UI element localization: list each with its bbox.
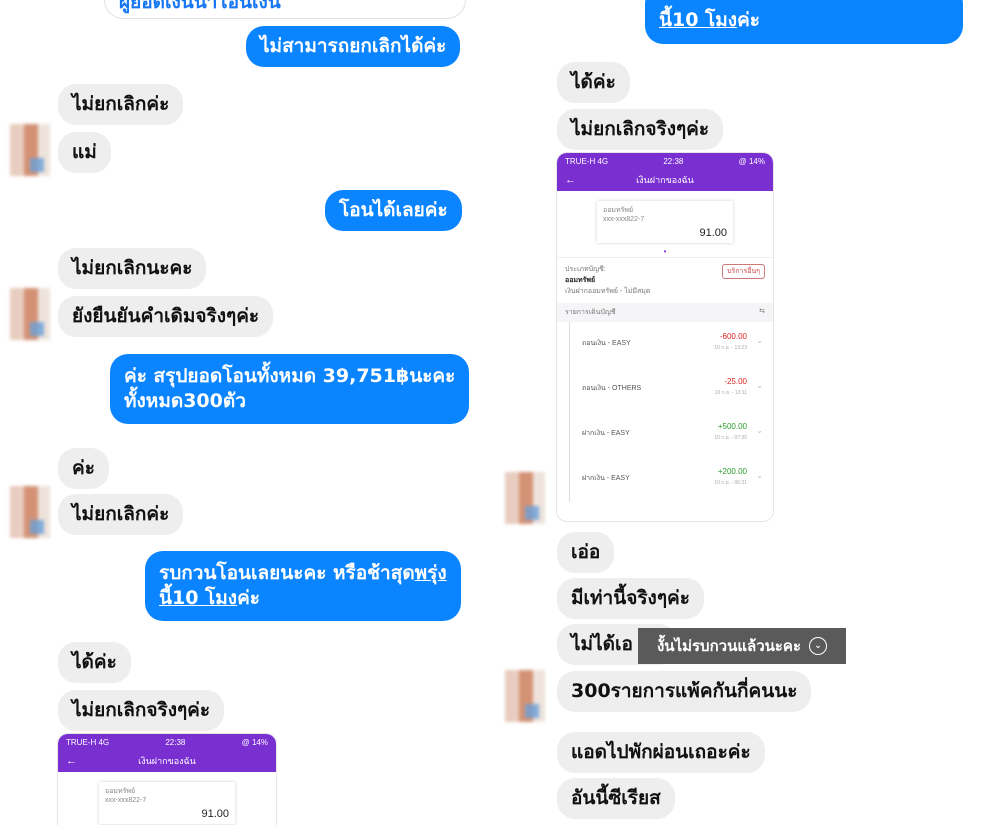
message-bubble-in: ค่ะ <box>58 448 109 489</box>
phone-status-bar: TRUE-H 4G 22:38 @ 14% <box>58 734 276 750</box>
message-bubble-in: 300รายการแพ้คกันกี่คนนะ <box>557 671 812 712</box>
message-bubble-in: ไม่ยกเลิกนะคะ <box>58 248 207 289</box>
transaction-date: 10 ก.ย. - 06:31 <box>714 480 747 486</box>
message-bubble-out: รบกวนโอนเลยนะคะ หรือช้าสุดพรุ่ง นี้10 โม… <box>145 551 461 621</box>
transaction-amount: -600.00 <box>719 332 747 341</box>
message-bubble-out: ค่ะ สรุปยอดโอนทั้งหมด 39,751฿นะคะ ทั้งหม… <box>110 354 470 424</box>
bank-screenshot-image[interactable]: TRUE-H 4G 22:38 @ 14% ← เงินฝากของฉัน ออมท… <box>58 734 276 825</box>
message-line: ทั้งหมด300ตัว <box>124 390 246 412</box>
message-bubble-in: แอดไปพักผ่อนเถอะค่ะ <box>557 732 765 773</box>
left-chat-panel: ผู้ยอดเงินน้ำโอนเงิน ไม่สามารถยกเลิกได้ค… <box>0 0 495 825</box>
avatar <box>10 124 50 176</box>
right-chat-panel: นี้10 โมงค่ะ ได้ค่ะ ไม่ยกเลิกจริงๆค่ะ TR… <box>495 0 1003 825</box>
message-bubble-in: ไม่ยกเลิกจริงๆค่ะ <box>58 690 225 731</box>
message-bubble-in: ไม่ยกเลิกค่ะ <box>58 84 184 125</box>
message-bubble-in: ได้ค่ะ <box>58 642 131 683</box>
transaction-name: ฝากเงิน - EASY <box>582 475 630 482</box>
message-bubble-in: แม่ <box>58 132 111 173</box>
transaction-date: 10 ก.ย. - 07:30 <box>714 435 747 441</box>
chevron-down-icon: ⌄ <box>809 637 828 655</box>
message-bubble-in: ไม่ยกเลิกค่ะ <box>58 494 184 535</box>
message-bubble-out: โอนได้เลยค่ะ <box>325 190 462 231</box>
message-bubble-out: นี้10 โมงค่ะ <box>645 0 963 44</box>
transaction-row[interactable]: ฝากเงิน - EASY +200.00 10 ก.ย. - 06:31 ⌄ <box>569 457 773 502</box>
message-bubble-in: อันนี้ซีเรียส <box>557 778 675 819</box>
toast-text: งั้นไม่รบกวนแล้วนะคะ <box>656 637 802 655</box>
message-bubble-in: ได้ค่ะ <box>557 62 630 103</box>
back-arrow-icon: ← <box>66 755 77 767</box>
message-bubble-in: เอ่อ <box>557 532 615 573</box>
chevron-down-icon: ⌄ <box>756 426 763 435</box>
message-bubble-out: ไม่สามารถยกเลิกได้ค่ะ <box>246 26 461 67</box>
account-type-section: ประเภทบัญชี: ออมทรัพย์ เงินฝากออมทรัพย์ … <box>557 257 773 303</box>
avatar <box>10 288 50 340</box>
bank-screenshot-image[interactable]: TRUE-H 4G 22:38 @ 14% ← เงินฝากของฉัน ออมท… <box>557 153 773 521</box>
scroll-to-latest-toast[interactable]: งั้นไม่รบกวนแล้วนะคะ ⌄ <box>638 628 846 664</box>
back-arrow-icon: ← <box>565 174 576 186</box>
message-bubble-in: ผู้ยอดเงินน้ำโอนเงิน <box>105 0 465 18</box>
transaction-row[interactable]: ถอนเงิน - EASY -600.00 10 ก.ย. - 13:23 ⌄ <box>569 322 773 367</box>
swap-icon: ⇆ <box>759 308 765 315</box>
account-card: ออมทรัพย์ xxx-xxx822-7 91.00 <box>597 201 733 243</box>
transaction-row[interactable]: ฝากเงิน - EASY +500.00 10 ก.ย. - 07:30 ⌄ <box>569 412 773 457</box>
phone-status-bar: TRUE-H 4G 22:38 @ 14% <box>557 153 773 169</box>
account-card: ออมทรัพย์ xxx-xxx822-7 91.00 <box>99 782 235 824</box>
transactions-header: รายการเดินบัญชี ⇆ <box>557 303 773 322</box>
transaction-date: 10 ก.ย. - 13:11 <box>714 390 747 396</box>
other-services-button[interactable]: บริการอื่นๆ <box>722 264 765 279</box>
phone-app-bar: ← เงินฝากของฉัน <box>557 169 773 191</box>
transaction-name: ถอนเงิน - EASY <box>582 340 631 347</box>
transaction-amount: -25.00 <box>724 377 747 386</box>
avatar <box>505 472 545 524</box>
transaction-list: ถอนเงิน - EASY -600.00 10 ก.ย. - 13:23 ⌄ ถอน… <box>557 322 773 502</box>
chevron-down-icon: ⌄ <box>756 471 763 480</box>
transaction-amount: +200.00 <box>717 467 747 476</box>
avatar <box>10 486 50 538</box>
message-bubble-in: ไม่ยกเลิกจริงๆค่ะ <box>557 109 724 150</box>
phone-app-bar: ← เงินฝากของฉัน <box>58 750 276 772</box>
transaction-amount: +500.00 <box>717 422 747 431</box>
message-bubble-in: มีเท่านี้จริงๆค่ะ <box>557 578 704 619</box>
chevron-down-icon: ⌄ <box>756 336 763 345</box>
message-line: นี้10 โมงค่ะ <box>159 587 260 609</box>
chevron-down-icon: ⌄ <box>756 381 763 390</box>
transaction-date: 10 ก.ย. - 13:23 <box>714 345 747 351</box>
message-line: ค่ะ สรุปยอดโอนทั้งหมด 39,751฿นะคะ <box>124 365 456 387</box>
transaction-name: ฝากเงิน - EASY <box>582 430 630 437</box>
message-line: รบกวนโอนเลยนะคะ หรือช้าสุดพรุ่ง <box>159 562 447 584</box>
carousel-dot: • <box>663 247 667 256</box>
avatar <box>505 670 545 722</box>
transaction-name: ถอนเงิน - OTHERS <box>582 385 642 392</box>
transaction-row[interactable]: ถอนเงิน - OTHERS -25.00 10 ก.ย. - 13:11 ⌄ <box>569 367 773 412</box>
message-bubble-in: ยังยืนยันคำเดิมจริงๆค่ะ <box>58 296 274 337</box>
